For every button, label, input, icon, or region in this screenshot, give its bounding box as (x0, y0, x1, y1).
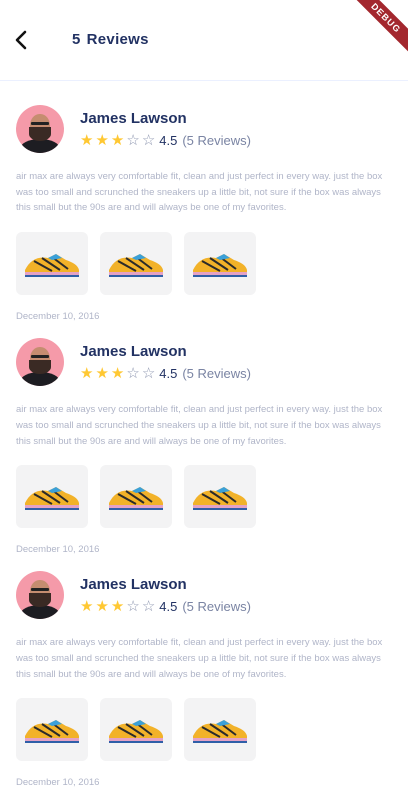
star-filled-icon: ★ (95, 132, 109, 149)
star-outline-icon: ☆ (126, 132, 140, 149)
review-item: James Lawson ★ ★ ★ ☆ ☆ 4.5 (5 Reviews) a… (16, 81, 392, 322)
review-images (16, 698, 392, 762)
review-image[interactable] (100, 232, 172, 296)
review-image[interactable] (100, 465, 172, 529)
review-header: James Lawson ★ ★ ★ ☆ ☆ 4.5 (5 Reviews) (16, 338, 392, 387)
star-filled-icon: ★ (110, 365, 125, 383)
star-filled-icon: ★ (95, 598, 109, 616)
sneaker-icon (193, 253, 247, 277)
rating: ★ ★ ★ ☆ ☆ 4.5 (5 Reviews) (80, 599, 251, 614)
reviewer-meta: James Lawson ★ ★ ★ ☆ ☆ 4.5 (5 Reviews) (80, 110, 251, 148)
sneaker-icon (109, 486, 163, 510)
review-text: air max are always very comfortable fit,… (16, 404, 383, 447)
review-date: December 10, 2016 (16, 777, 100, 789)
review-image[interactable] (16, 465, 88, 529)
review-header: James Lawson ★ ★ ★ ☆ ☆ 4.5 (5 Reviews) (16, 105, 392, 153)
sneaker-icon (109, 253, 163, 277)
sneaker-icon (109, 719, 163, 743)
sneaker-icon (193, 719, 247, 743)
star-filled-icon: ★ (80, 132, 94, 149)
sneaker-icon (25, 253, 79, 277)
rating-score: 4.5 (159, 133, 178, 148)
avatar (16, 105, 64, 153)
rating-count: (5 Reviews) (182, 366, 251, 382)
reviewer-name: James Lawson (80, 343, 187, 361)
reviewer-meta: James Lawson ★ ★ ★ ☆ ☆ 4.5 (5 Reviews) (80, 576, 251, 614)
rating-score: 4.5 (159, 599, 178, 615)
review-text: air max are always very comfortable fit,… (16, 171, 383, 214)
review-image[interactable] (16, 698, 88, 762)
rating: ★ ★ ★ ☆ ☆ 4.5 (5 Reviews) (80, 366, 251, 381)
title-label: Reviews (86, 31, 149, 48)
star-outline-icon: ☆ (126, 365, 140, 383)
sneaker-icon (193, 486, 247, 510)
review-item: James Lawson ★ ★ ★ ☆ ☆ 4.5 (5 Reviews) a… (16, 555, 392, 788)
reviewer-name: James Lawson (80, 576, 187, 594)
app-bar: 5 Reviews DEBUG (0, 0, 408, 81)
star-filled-icon: ★ (95, 365, 109, 383)
star-filled-icon: ★ (110, 598, 125, 616)
star-filled-icon: ★ (80, 365, 94, 383)
page-title: 5 Reviews (72, 31, 149, 48)
star-outline-icon: ☆ (141, 598, 156, 616)
reviewer-name: James Lawson (80, 110, 187, 127)
star-filled-icon: ★ (110, 132, 125, 149)
rating: ★ ★ ★ ☆ ☆ 4.5 (5 Reviews) (80, 133, 251, 148)
sneaker-icon (25, 719, 79, 743)
review-image[interactable] (184, 465, 256, 529)
review-image[interactable] (184, 698, 256, 762)
debug-banner: DEBUG (346, 0, 408, 58)
review-count: 5 (72, 31, 81, 48)
rating-count: (5 Reviews) (182, 599, 251, 615)
star-outline-icon: ☆ (141, 132, 156, 149)
review-date: December 10, 2016 (16, 544, 100, 556)
review-item: James Lawson ★ ★ ★ ☆ ☆ 4.5 (5 Reviews) a… (16, 322, 392, 555)
reviewer-meta: James Lawson ★ ★ ★ ☆ ☆ 4.5 (5 Reviews) (80, 343, 251, 381)
review-list: James Lawson ★ ★ ★ ☆ ☆ 4.5 (5 Reviews) a… (0, 81, 408, 788)
review-text: air max are always very comfortable fit,… (16, 637, 383, 680)
review-image[interactable] (100, 698, 172, 762)
avatar (16, 571, 64, 620)
review-image[interactable] (16, 232, 88, 296)
review-images (16, 232, 392, 296)
review-header: James Lawson ★ ★ ★ ☆ ☆ 4.5 (5 Reviews) (16, 571, 392, 620)
rating-score: 4.5 (159, 366, 178, 382)
review-date: December 10, 2016 (16, 311, 100, 323)
sneaker-icon (25, 486, 79, 510)
back-arrow-icon[interactable] (10, 26, 34, 54)
rating-count: (5 Reviews) (182, 133, 251, 148)
avatar (16, 338, 64, 387)
review-image[interactable] (184, 232, 256, 296)
star-outline-icon: ☆ (126, 598, 140, 616)
star-filled-icon: ★ (80, 598, 94, 616)
star-outline-icon: ☆ (141, 365, 156, 383)
review-images (16, 465, 392, 529)
